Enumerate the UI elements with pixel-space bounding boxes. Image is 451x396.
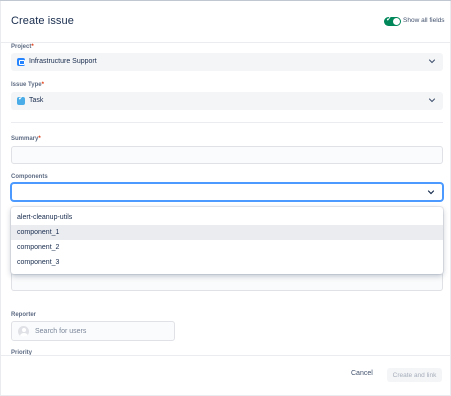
task-checkbox-icon: ✓ <box>17 95 25 105</box>
menu-option-label: component_1 <box>17 229 60 236</box>
reporter-label: Reporter <box>11 312 37 318</box>
components-label: Components <box>11 174 48 180</box>
components-select[interactable] <box>11 183 443 201</box>
project-select[interactable]: Infrastructure Support <box>11 53 443 71</box>
toggle-knob <box>393 18 400 25</box>
project-label: Project* <box>11 44 34 50</box>
menu-option-label: alert-cleanup-utils <box>17 214 73 221</box>
project-value: Infrastructure Support <box>29 58 97 65</box>
reporter-user-picker[interactable]: Search for users <box>11 321 175 341</box>
hidden-field-behind-menu <box>11 274 443 291</box>
menu-option[interactable]: component_1 <box>11 225 443 240</box>
chevron-down-icon <box>428 57 436 65</box>
dialog-header: Create issue ✓ Show all fields <box>1 1 450 43</box>
create-issue-dialog: Create issue ✓ Show all fields Project* … <box>1 1 450 395</box>
check-icon: ✓ <box>386 16 392 23</box>
project-label-text: Project <box>11 44 32 50</box>
section-divider <box>11 122 443 123</box>
menu-option[interactable]: alert-cleanup-utils <box>11 210 443 225</box>
show-all-fields-label[interactable]: Show all fields <box>403 17 445 24</box>
required-mark: * <box>31 44 34 50</box>
issue-type-label-text: Issue Type <box>11 82 42 88</box>
reporter-placeholder: Search for users <box>35 328 87 335</box>
create-and-link-button[interactable]: Create and link <box>387 368 442 382</box>
avatar-icon <box>18 326 29 337</box>
menu-option-label: component_2 <box>17 244 60 251</box>
dialog-title: Create issue <box>11 15 74 27</box>
summary-input[interactable] <box>11 146 443 164</box>
summary-label: Summary* <box>11 136 41 142</box>
components-dropdown-menu: alert-cleanup-utils component_1 componen… <box>11 207 443 274</box>
issue-type-value: Task <box>29 97 44 104</box>
menu-option[interactable]: component_3 <box>11 255 443 270</box>
cancel-button[interactable]: Cancel <box>351 370 373 377</box>
issue-type-label: Issue Type* <box>11 82 44 88</box>
issue-type-select[interactable]: ✓ Task <box>11 92 443 110</box>
chevron-down-icon <box>428 96 436 104</box>
dialog-footer: Cancel Create and link <box>1 355 450 395</box>
menu-option[interactable]: component_2 <box>11 240 443 255</box>
chevron-down-icon <box>427 188 435 196</box>
menu-option-label: component_3 <box>17 259 60 266</box>
summary-label-text: Summary <box>11 136 39 142</box>
show-all-fields-toggle[interactable]: ✓ <box>384 16 401 26</box>
required-mark: * <box>41 82 44 88</box>
project-icon <box>17 58 25 66</box>
required-mark: * <box>38 136 41 142</box>
